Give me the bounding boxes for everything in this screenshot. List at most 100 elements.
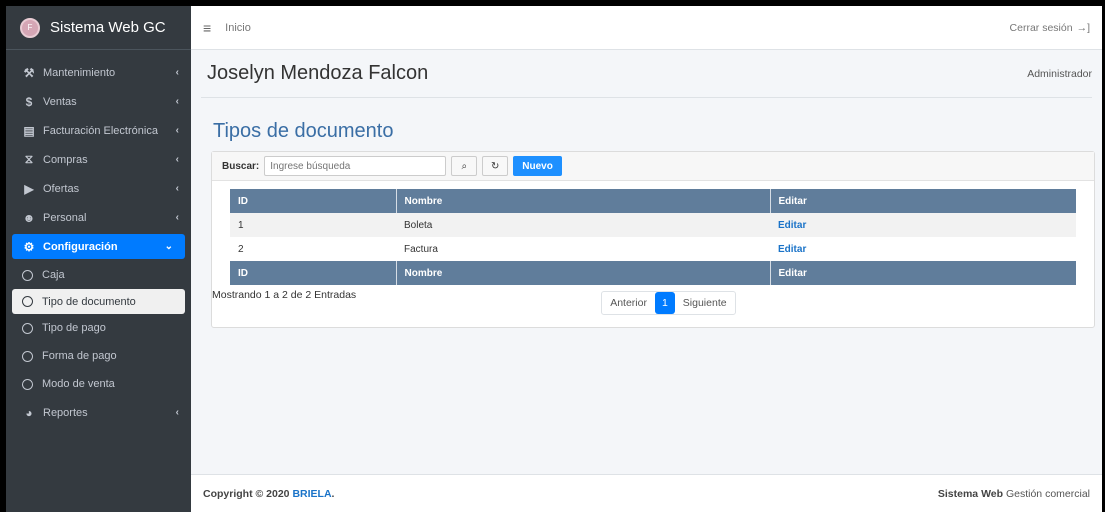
top-navbar: ≡ Inicio Cerrar sesión →] bbox=[191, 6, 1102, 50]
sidebar: F Sistema Web GC ⚒ Mantenimiento ‹ $ Ven… bbox=[6, 6, 191, 512]
sidebar-nav: ⚒ Mantenimiento ‹ $ Ventas ‹ ▤ Facturaci… bbox=[6, 50, 191, 427]
column-footer-nombre: Nombre bbox=[396, 261, 771, 285]
brand-title: Sistema Web GC bbox=[50, 19, 166, 36]
sidebar-item-personal[interactable]: ☻ Personal ‹ bbox=[6, 203, 191, 232]
brand-logo: F bbox=[20, 17, 40, 38]
sidebar-item-label: Configuración bbox=[43, 240, 118, 253]
sidebar-item-label: Mantenimiento bbox=[43, 66, 116, 79]
sidebar-subitem-modo-venta[interactable]: Modo de venta bbox=[6, 370, 191, 398]
cell-id: 2 bbox=[238, 243, 244, 255]
chevron-left-icon: ‹ bbox=[175, 67, 179, 78]
cell-editar: Editar bbox=[770, 237, 1076, 261]
copyright-text: Copyright © 2020 bbox=[203, 487, 293, 500]
app-frame: F Sistema Web GC ⚒ Mantenimiento ‹ $ Ven… bbox=[6, 6, 1102, 512]
logout-link[interactable]: Cerrar sesión →] bbox=[1010, 22, 1090, 34]
sidebar-item-reportes[interactable]: ◕ Reportes ‹ bbox=[6, 398, 191, 427]
logout-label: Cerrar sesión bbox=[1009, 21, 1073, 34]
sidebar-subitem-label: Caja bbox=[42, 269, 65, 281]
chevron-down-icon: ⌄ bbox=[164, 241, 173, 252]
chevron-left-icon: ‹ bbox=[175, 212, 179, 223]
cart-icon: ⧖ bbox=[24, 152, 34, 166]
dollar-icon: $ bbox=[25, 94, 33, 109]
circle-icon bbox=[22, 296, 33, 307]
sidebar-item-ventas[interactable]: $ Ventas ‹ bbox=[6, 87, 191, 116]
chevron-left-icon: ‹ bbox=[175, 125, 179, 136]
sidebar-item-label: Reportes bbox=[43, 406, 88, 419]
column-footer-id: ID bbox=[230, 261, 397, 285]
cell-nombre: Boleta bbox=[396, 213, 770, 237]
cell-id: 1 bbox=[230, 213, 396, 237]
sidebar-item-label: Ventas bbox=[43, 95, 77, 108]
sidebar-item-label: Facturación Electrónica bbox=[43, 124, 158, 137]
pagination-page-current[interactable]: 1 bbox=[654, 292, 675, 314]
table-header-row: ID Nombre Editar bbox=[230, 189, 1076, 213]
documents-table: ID Nombre Editar 1 Boleta Editar 2 Factu… bbox=[230, 189, 1076, 285]
pie-chart-icon: ◕ bbox=[25, 405, 33, 420]
table-footer-row: ID Nombre Editar bbox=[230, 261, 1076, 285]
sidebar-subitem-label: Tipo de documento bbox=[42, 295, 136, 308]
chevron-left-icon: ‹ bbox=[175, 407, 179, 418]
edit-link[interactable]: Editar bbox=[778, 244, 806, 255]
circle-icon bbox=[22, 269, 33, 281]
brand[interactable]: F Sistema Web GC bbox=[6, 6, 191, 50]
user-name: Joselyn Mendoza Falcon bbox=[207, 62, 429, 84]
invoice-icon: ▤ bbox=[23, 123, 35, 138]
new-button[interactable]: Nuevo bbox=[513, 156, 562, 176]
users-icon: ☻ bbox=[22, 210, 36, 225]
refresh-button[interactable]: ↻ bbox=[482, 156, 509, 176]
sidebar-item-facturacion[interactable]: ▤ Facturación Electrónica ‹ bbox=[6, 116, 191, 145]
sidebar-subitem-tipo-pago[interactable]: Tipo de pago bbox=[6, 314, 191, 342]
sidebar-subitem-tipo-documento[interactable]: Tipo de documento bbox=[12, 289, 185, 314]
sidebar-item-label: Compras bbox=[43, 153, 88, 166]
circle-icon bbox=[22, 378, 33, 390]
table-container: ID Nombre Editar 1 Boleta Editar 2 Factu… bbox=[212, 181, 1094, 285]
logout-icon: →] bbox=[1076, 21, 1090, 34]
sidebar-subitem-caja[interactable]: Caja bbox=[6, 261, 191, 289]
column-header-nombre[interactable]: Nombre bbox=[396, 189, 771, 213]
cell-nombre: Factura bbox=[404, 243, 438, 255]
chevron-left-icon: ‹ bbox=[175, 183, 179, 194]
company-link[interactable]: BRIELA bbox=[292, 488, 331, 500]
search-icon: ⌕ bbox=[461, 160, 468, 172]
page-title: Tipos de documento bbox=[213, 120, 394, 142]
circle-icon bbox=[22, 350, 33, 362]
search-label: Buscar: bbox=[222, 160, 260, 172]
search-bar: Buscar: ⌕ ↻ Nuevo bbox=[212, 152, 1094, 181]
main-content: Joselyn Mendoza Falcon Administrador Tip… bbox=[191, 50, 1102, 474]
cell-editar: Editar bbox=[770, 213, 1076, 237]
sidebar-subitem-label: Tipo de pago bbox=[42, 322, 106, 334]
pagination-next[interactable]: Siguiente bbox=[675, 292, 735, 314]
system-name: Sistema Web Gestión comercial bbox=[938, 488, 1090, 500]
circle-icon bbox=[22, 322, 33, 334]
table-row: 2 Factura Editar bbox=[230, 237, 1076, 261]
column-header-id[interactable]: ID bbox=[230, 189, 397, 213]
documents-card: Buscar: ⌕ ↻ Nuevo ID Nombre Editar bbox=[211, 151, 1095, 328]
sidebar-item-ofertas[interactable]: ▶ Ofertas ‹ bbox=[6, 174, 191, 203]
sidebar-item-label: Ofertas bbox=[43, 182, 80, 195]
copyright: Copyright © 2020 BRIELA. bbox=[203, 487, 335, 500]
sidebar-item-mantenimiento[interactable]: ⚒ Mantenimiento ‹ bbox=[6, 58, 191, 87]
sidebar-item-label: Personal bbox=[43, 211, 87, 224]
pagination-prev[interactable]: Anterior bbox=[602, 292, 655, 314]
system-name-rest: Gestión comercial bbox=[1003, 487, 1090, 500]
sidebar-subitem-label: Forma de pago bbox=[42, 350, 117, 362]
search-input[interactable] bbox=[264, 156, 447, 176]
sidebar-subitem-forma-pago[interactable]: Forma de pago bbox=[6, 342, 191, 370]
search-button[interactable]: ⌕ bbox=[451, 156, 478, 176]
edit-link[interactable]: Editar bbox=[778, 220, 806, 231]
user-header: Joselyn Mendoza Falcon Administrador bbox=[201, 50, 1092, 98]
pagination: Anterior 1 Siguiente bbox=[601, 291, 736, 315]
column-header-editar[interactable]: Editar bbox=[770, 189, 1076, 213]
table-row: 1 Boleta Editar bbox=[230, 213, 1076, 237]
chevron-left-icon: ‹ bbox=[175, 154, 179, 165]
sidebar-item-compras[interactable]: ⧖ Compras ‹ bbox=[6, 145, 191, 174]
sidebar-item-configuracion[interactable]: ⚙ Configuración ⌄ bbox=[12, 234, 185, 259]
wrench-icon: ⚒ bbox=[23, 65, 35, 80]
home-link[interactable]: Inicio bbox=[225, 22, 251, 34]
refresh-icon: ↻ bbox=[491, 160, 500, 172]
page-footer: Copyright © 2020 BRIELA. Sistema Web Ges… bbox=[191, 474, 1102, 512]
menu-toggle-icon[interactable]: ≡ bbox=[203, 20, 211, 36]
column-footer-editar: Editar bbox=[770, 261, 1076, 285]
system-name-bold: Sistema Web bbox=[937, 487, 1004, 500]
user-role: Administrador bbox=[1027, 67, 1092, 80]
